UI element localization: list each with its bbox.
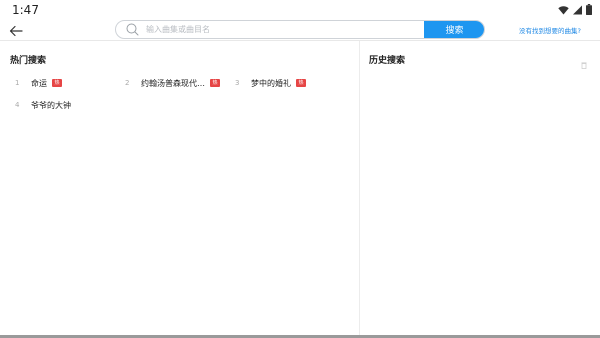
hot-search-item[interactable]: 1 命运 热: [15, 77, 62, 89]
hot-badge: 热: [296, 79, 306, 87]
song-name: 爷爷的大钟: [31, 100, 71, 110]
wifi-icon: [558, 5, 569, 14]
rank-number: 4: [15, 101, 20, 109]
hot-badge: 热: [52, 79, 62, 87]
status-time: 1:47: [12, 3, 39, 17]
battery-icon: [586, 4, 592, 15]
status-icons: [558, 4, 592, 15]
hot-badge: 热: [210, 79, 220, 87]
back-button[interactable]: [9, 22, 25, 37]
hot-search-item[interactable]: 3 梦中的婚礼 热: [235, 77, 306, 89]
missing-collection-link[interactable]: 没有找到想要的曲集?: [519, 25, 581, 35]
hot-search-item[interactable]: 4 爷爷的大钟: [15, 99, 71, 111]
rank-number: 1: [15, 79, 20, 87]
history-search-title: 历史搜索: [369, 56, 406, 66]
search-icon: [126, 23, 139, 36]
search-button[interactable]: 搜索: [424, 21, 484, 38]
trash-icon: [581, 62, 587, 69]
signal-icon: [573, 5, 582, 14]
status-bar: 1:47: [0, 0, 600, 20]
column-divider: [359, 41, 360, 336]
arrow-left-icon: [9, 25, 23, 37]
song-name: 梦中的婚礼: [251, 78, 291, 88]
search-box: 搜索: [115, 20, 485, 39]
search-header: 搜索 没有找到想要的曲集?: [0, 20, 600, 40]
clear-history-button[interactable]: [581, 54, 587, 69]
song-name: 约翰汤普森现代…: [141, 78, 205, 88]
rank-number: 2: [125, 79, 130, 87]
hot-search-item[interactable]: 2 约翰汤普森现代… 热: [125, 77, 220, 89]
rank-number: 3: [235, 79, 240, 87]
header-divider: [0, 40, 600, 41]
hot-search-title: 热门搜索: [10, 56, 47, 66]
song-name: 命运: [31, 78, 47, 88]
search-input[interactable]: [146, 21, 424, 38]
